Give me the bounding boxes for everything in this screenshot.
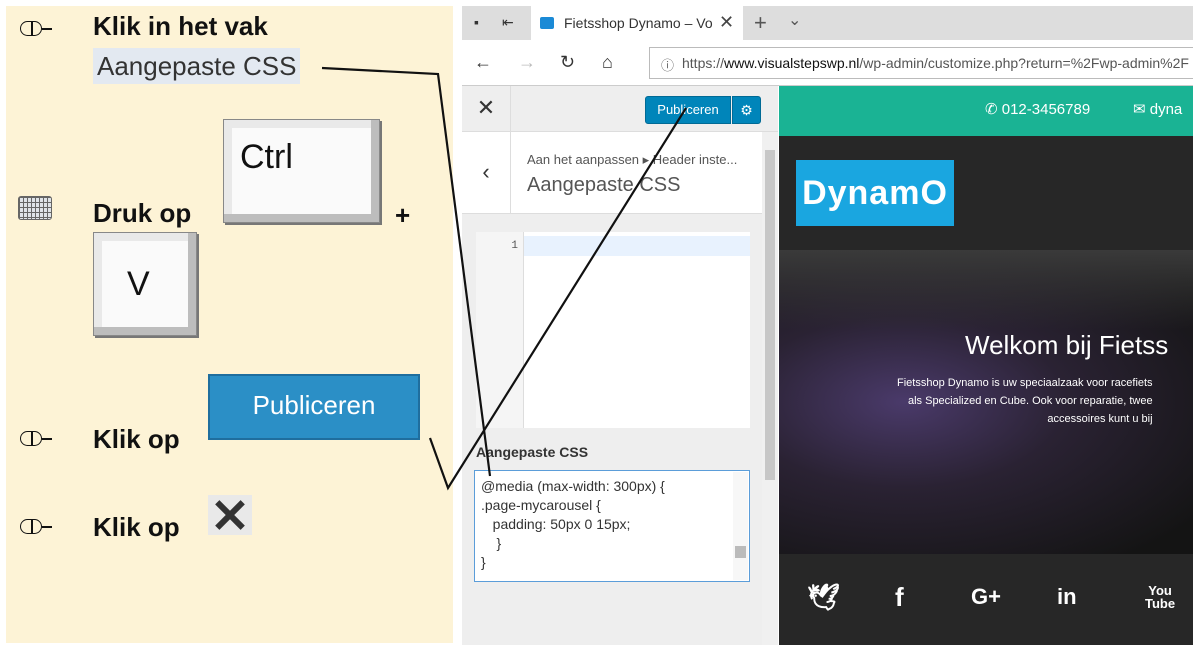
ctrl-key-icon: Ctrl	[223, 119, 380, 223]
publish-button[interactable]: Publiceren	[645, 96, 731, 124]
phone-icon: ✆	[985, 101, 1002, 118]
step3-text: Klik op	[93, 424, 180, 454]
site-logo[interactable]: DynamO	[796, 160, 954, 226]
social-bar: 🕊 f G+ in You Tube	[779, 554, 1193, 645]
css-code-editor[interactable]: 1	[476, 232, 750, 428]
customizer-sidebar: ✕ Publiceren ⚙ ‹ Aan het aanpassen ▸ Hea…	[462, 86, 778, 645]
tab-bar: ▪ ⇤ Fietsshop Dynamo – Vo ✕ + ⌄	[462, 6, 1193, 40]
close-icon-sample	[208, 495, 252, 535]
gear-icon[interactable]: ⚙	[732, 96, 761, 124]
twitter-icon[interactable]: 🕊	[807, 582, 840, 613]
mail-icon: ✉	[1133, 101, 1150, 118]
section-header: ‹ Aan het aanpassen ▸ Header inste... Aa…	[462, 132, 762, 214]
home-icon[interactable]: ⌂	[602, 52, 613, 73]
line-number: 1	[511, 240, 518, 252]
tab-close-icon[interactable]: ✕	[719, 12, 734, 33]
set-aside-tabs-icon[interactable]: ⇤	[502, 15, 518, 29]
mail-contact[interactable]: ✉ dyna	[1133, 100, 1182, 118]
step4-text: Klik op	[93, 512, 180, 542]
css-code: @media (max-width: 300px) { .page-mycaro…	[481, 478, 665, 570]
css-label: Aangepaste CSS	[476, 444, 589, 460]
mouse-icon	[19, 20, 53, 38]
close-icon[interactable]: ✕	[462, 86, 511, 132]
instructions-panel: Klik in het vak Aangepaste CSS Ctrl Druk…	[6, 6, 453, 643]
back-arrow-icon[interactable]: ←	[474, 52, 492, 73]
screenshot: Klik in het vak Aangepaste CSS Ctrl Druk…	[0, 0, 1193, 645]
publish-button-sample: Publiceren	[208, 374, 420, 440]
keyboard-icon	[18, 196, 52, 220]
refresh-icon[interactable]: ↻	[560, 52, 575, 73]
mouse-icon	[19, 430, 53, 448]
address-bar: ← → ↻ ⌂ ⓘ https://www.visualstepswp.nl/w…	[462, 40, 1193, 86]
v-key-icon: V	[93, 232, 197, 336]
textarea-scrollbar[interactable]	[733, 472, 748, 580]
customizer-header: ✕ Publiceren ⚙	[462, 86, 778, 132]
linkedin-icon[interactable]: in	[1057, 584, 1077, 610]
tab-title: Fietsshop Dynamo – Vo	[564, 15, 713, 31]
new-tab-button[interactable]: +	[754, 10, 767, 36]
mouse-icon	[19, 518, 53, 536]
forward-arrow-icon[interactable]: →	[518, 52, 536, 73]
css-field-sample: Aangepaste CSS	[93, 48, 301, 84]
site-preview: ✆ 012-3456789 ✉ dyna DynamO Welkom bij F…	[779, 86, 1193, 645]
url-text: https://www.visualstepswp.nl/wp-admin/cu…	[682, 55, 1189, 71]
preview-topbar: ✆ 012-3456789 ✉ dyna	[779, 86, 1193, 136]
url-field[interactable]: ⓘ https://www.visualstepswp.nl/wp-admin/…	[649, 47, 1193, 79]
hero-subtitle: Fietsshop Dynamo is uw speciaalzaak voor…	[897, 377, 1153, 425]
browser-tab[interactable]: Fietsshop Dynamo – Vo ✕	[531, 6, 743, 40]
browser-window: ▪ ⇤ Fietsshop Dynamo – Vo ✕ + ⌄ ← → ↻ ⌂ …	[462, 6, 1193, 645]
site-info-icon[interactable]: ⓘ	[661, 55, 674, 74]
breadcrumb: Aan het aanpassen ▸ Header inste...	[527, 152, 738, 167]
line-gutter: 1	[476, 232, 524, 428]
plus-sign: +	[395, 200, 411, 230]
favicon-icon	[540, 17, 554, 29]
tab-preview-icon[interactable]: ▪	[474, 15, 490, 29]
tab-menu-chevron-icon[interactable]: ⌄	[788, 10, 801, 30]
hero-banner: Welkom bij Fietss Fietsshop Dynamo is uw…	[779, 250, 1193, 554]
step1-text: Klik in het vak	[93, 11, 268, 41]
back-chevron-icon[interactable]: ‹	[462, 132, 511, 214]
phone-contact[interactable]: ✆ 012-3456789	[985, 100, 1090, 118]
youtube-icon[interactable]: You Tube	[1145, 584, 1175, 610]
hero-title: Welkom bij Fietss	[965, 330, 1169, 360]
step2-text: Druk op	[93, 198, 192, 228]
page-title: Aangepaste CSS	[527, 174, 681, 196]
facebook-icon[interactable]: f	[895, 582, 904, 613]
css-textarea[interactable]: @media (max-width: 300px) { .page-mycaro…	[474, 470, 750, 582]
sidebar-scrollbar[interactable]	[762, 132, 778, 645]
google-plus-icon[interactable]: G+	[971, 584, 1001, 610]
active-line[interactable]	[524, 236, 750, 256]
